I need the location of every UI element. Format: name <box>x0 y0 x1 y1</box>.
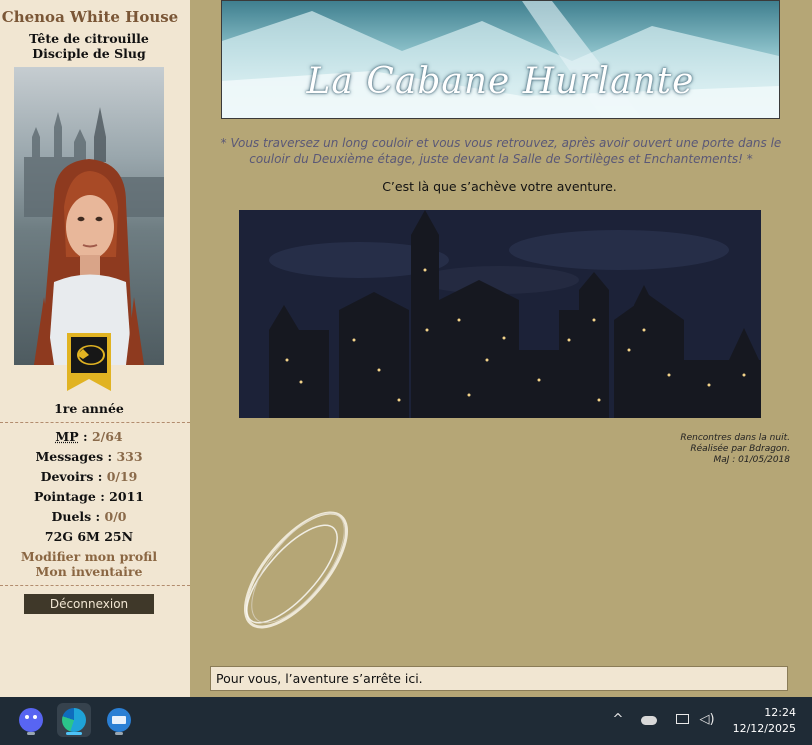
image-credits: Rencontres dans la nuit. Réalisée par Bd… <box>590 433 790 466</box>
ending-text: C’est là que s’achève votre aventure. <box>382 179 617 194</box>
edge-icon <box>62 708 86 732</box>
stat-devoirs-value: 0/19 <box>106 469 138 484</box>
end-message: Pour vous, l’aventure s’arrête ici. <box>210 666 788 691</box>
taskbar: ^ ◁) 12:24 12/12/2025 <box>0 697 812 745</box>
magic-ring-image <box>226 500 366 640</box>
location-banner: La Cabane Hurlante <box>221 0 780 119</box>
stat-duels-label: Duels <box>51 509 92 524</box>
taskbar-app-thunderbird[interactable] <box>102 703 136 737</box>
stat-messages-label: Messages <box>35 449 104 464</box>
castle-night-image <box>239 210 761 418</box>
hufflepuff-crest-icon <box>67 333 111 393</box>
stat-devoirs-label: Devoirs <box>40 469 94 484</box>
divider <box>0 585 190 586</box>
credit-line: Rencontres dans la nuit. <box>680 433 790 443</box>
stat-messages: Messages : 333 <box>35 449 143 464</box>
logout-button[interactable]: Déconnexion <box>24 594 154 614</box>
profile-sidebar: Chenoa White House Tête de citrouille Di… <box>0 0 190 697</box>
discord-icon <box>19 708 43 732</box>
stat-mp-value: 2/64 <box>91 429 123 444</box>
chevron-up-icon[interactable]: ^ <box>607 709 629 731</box>
stat-devoirs: Devoirs : 0/19 <box>40 469 138 484</box>
stat-duels-value: 0/0 <box>104 509 127 524</box>
taskbar-app-discord[interactable] <box>14 703 48 737</box>
profile-rank-2: Disciple de Slug <box>32 46 146 61</box>
divider <box>0 422 190 423</box>
volume-icon[interactable]: ◁) <box>696 709 718 731</box>
currency: 72G 6M 25N <box>44 529 134 544</box>
inventory-link[interactable]: Mon inventaire <box>0 564 178 579</box>
clock-date: 12/12/2025 <box>732 722 796 735</box>
system-clock[interactable]: 12:24 12/12/2025 <box>716 705 796 737</box>
stat-duels: Duels : 0/0 <box>51 509 127 524</box>
edit-profile-link[interactable]: Modifier mon profil <box>0 549 178 564</box>
stat-pointage-value: 2011 <box>109 489 144 504</box>
clock-time: 12:24 <box>764 706 796 719</box>
stat-pointage: Pointage : 2011 <box>34 489 144 504</box>
network-icon[interactable] <box>671 709 693 731</box>
stat-mp[interactable]: MP : 2/64 <box>0 429 178 444</box>
profile-rank-1: Tête de citrouille <box>29 31 149 46</box>
school-year: 1re année <box>54 401 124 416</box>
stat-messages-value: 333 <box>116 449 143 464</box>
onedrive-icon[interactable] <box>638 709 660 731</box>
credit-line: Réalisée par Bdragon. <box>690 444 790 454</box>
profile-avatar <box>14 67 164 365</box>
banner-title: La Cabane Hurlante <box>306 61 695 102</box>
credit-line: MaJ : 01/05/2018 <box>713 455 790 465</box>
stat-mp-label: MP <box>55 429 79 444</box>
narration-text: * Vous traversez un long couloir et vous… <box>220 136 782 166</box>
taskbar-app-edge[interactable] <box>57 703 91 737</box>
stat-pointage-label: Pointage <box>34 489 96 504</box>
profile-name[interactable]: Chenoa White House <box>0 8 180 26</box>
